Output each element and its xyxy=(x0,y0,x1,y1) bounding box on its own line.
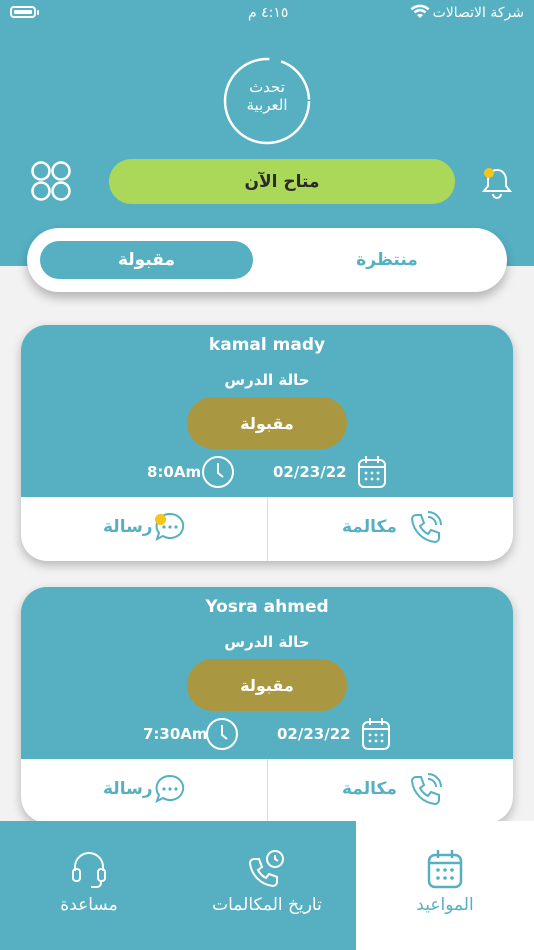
clock-icon xyxy=(202,456,234,488)
clock-time: ٤:١٥ م xyxy=(248,5,289,21)
battery-tip xyxy=(37,10,39,15)
tab-waiting[interactable]: منتظرة xyxy=(297,241,477,279)
call-button[interactable]: مكالمة xyxy=(268,497,513,561)
student-name: kamal mady xyxy=(208,335,326,355)
calendar-icon xyxy=(358,456,386,488)
status-badge-text: مقبولة xyxy=(240,675,294,695)
wifi-icon xyxy=(410,4,430,18)
appointment-time: 7:30Am xyxy=(143,725,208,743)
lesson-status-label: حالة الدرس xyxy=(224,371,310,389)
call-label: مكالمة xyxy=(342,517,397,537)
card-actions: رسالة مكالمة xyxy=(21,497,513,561)
calendar-icon xyxy=(362,718,390,750)
message-button[interactable]: رسالة xyxy=(21,497,267,561)
message-label: رسالة xyxy=(103,517,153,537)
availability-label: متاح الآن xyxy=(244,171,320,192)
message-button[interactable]: رسالة xyxy=(21,759,267,823)
nav-call-history-label: تاريخ المكالمات xyxy=(212,895,322,915)
logo-line-1: تحدث xyxy=(249,78,285,96)
nav-help-label: مساعدة xyxy=(60,895,118,915)
unread-dot xyxy=(155,514,166,525)
call-label: مكالمة xyxy=(342,779,397,799)
phone-call-icon xyxy=(410,511,442,544)
battery-icon xyxy=(10,6,36,18)
nav-appointments[interactable]: المواعيد xyxy=(356,821,534,950)
message-label: رسالة xyxy=(103,779,153,799)
lesson-status-label: حالة الدرس xyxy=(224,633,310,651)
status-tabs: مقبولة منتظرة xyxy=(27,228,507,292)
appointment-card: kamal mady حالة الدرس مقبولة 02/23/22 8:… xyxy=(21,325,513,561)
notification-bell-icon[interactable] xyxy=(480,164,514,202)
clock-icon xyxy=(206,718,238,750)
phone-history-icon xyxy=(248,850,284,888)
calendar-icon xyxy=(427,850,463,889)
status-badge-text: مقبولة xyxy=(240,413,294,433)
logo-text: تحدث العربية xyxy=(222,78,312,114)
student-name: Yosra ahmed xyxy=(205,597,329,617)
card-actions: رسالة مكالمة xyxy=(21,759,513,823)
nav-appointments-label: المواعيد xyxy=(416,895,474,915)
status-badge: مقبولة xyxy=(187,659,347,711)
menu-grid-icon[interactable] xyxy=(30,160,72,202)
status-badge: مقبولة xyxy=(187,397,347,449)
call-button[interactable]: مكالمة xyxy=(268,759,513,823)
logo-line-2: العربية xyxy=(246,96,288,114)
availability-button[interactable]: متاح الآن xyxy=(109,159,455,204)
appointment-card: Yosra ahmed حالة الدرس مقبولة 02/23/22 7… xyxy=(21,587,513,823)
tab-accepted-label: مقبولة xyxy=(117,250,176,270)
appointment-date: 02/23/22 xyxy=(277,725,351,743)
tab-waiting-label: منتظرة xyxy=(356,250,418,270)
status-bar: شركة الاتصالات ٤:١٥ م xyxy=(0,0,534,28)
bottom-nav: مساعدة تاريخ المكالمات المواعيد xyxy=(0,821,534,950)
chat-bubble-icon xyxy=(155,774,185,803)
nav-help[interactable]: مساعدة xyxy=(0,821,178,950)
nav-call-history[interactable]: تاريخ المكالمات xyxy=(178,821,356,950)
headset-icon xyxy=(72,852,106,888)
phone-call-icon xyxy=(410,773,442,806)
appointment-date: 02/23/22 xyxy=(273,463,347,481)
appointment-time: 8:0Am xyxy=(147,463,202,481)
carrier-name: شركة الاتصالات xyxy=(432,5,524,21)
tab-accepted[interactable]: مقبولة xyxy=(40,241,253,279)
